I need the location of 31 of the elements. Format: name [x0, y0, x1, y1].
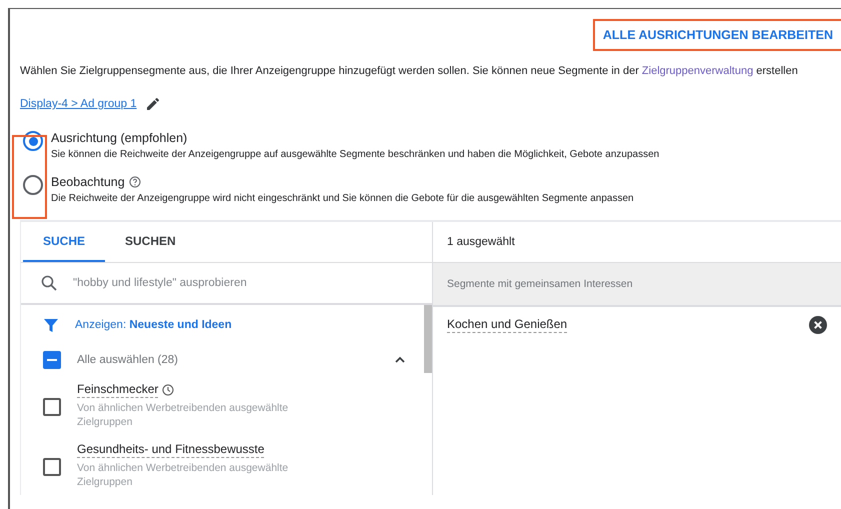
filter-icon[interactable]	[43, 317, 59, 333]
option-label: Beobachtung	[51, 174, 125, 190]
option-label: Ausrichtung (empfohlen)	[51, 130, 188, 146]
search-field[interactable]: "hobby und lifestyle" ausprobieren	[71, 276, 375, 290]
edit-all-targeting-button[interactable]: ALLE AUSRICHTUNGEN BEARBEITEN	[592, 19, 841, 51]
segment-name: Feinschmecker	[77, 382, 158, 398]
remove-icon[interactable]	[809, 316, 827, 334]
edit-icon[interactable]	[144, 96, 161, 112]
search-icon	[41, 275, 57, 291]
checkbox[interactable]	[43, 398, 61, 416]
selected-segment: Kochen und Genießen	[447, 317, 568, 333]
option-description: Sie können die Reichweite der Anzeigengruppe auf ausgewählte Segmente beschränken und haben die Möglichkeit, Gebote anzupassen	[51, 148, 660, 162]
breadcrumb-link[interactable]: Display-4 > Ad group 1	[20, 98, 137, 110]
scrollbar-thumb[interactable]	[424, 305, 432, 373]
radio-button[interactable]	[23, 131, 43, 151]
tab[interactable]: SUCHE	[23, 222, 106, 262]
option-description: Die Reichweite der Anzeigengruppe wird nicht eingeschränkt und Sie können die Gebote für die ausgewählten Segmente anpassen	[51, 192, 634, 206]
checkbox[interactable]	[43, 458, 61, 476]
segment-source: Von ähnlichen Werbetreibenden ausgewählte Zielgruppen	[77, 460, 290, 488]
segment-source: Von ähnlichen Werbetreibenden ausgewählte Zielgruppen	[77, 400, 290, 428]
intro-text: Wählen Sie Zielgruppensegmente aus, die Ihrer Anzeigengruppe hinzugefügt werden sollen. Sie können neue Segmente in der Zielgruppenverwaltung erstellen	[20, 64, 799, 78]
help-icon[interactable]	[128, 176, 141, 188]
segment-name: Gesundheits- und Fitnessbewusste	[77, 442, 264, 458]
tab[interactable]: SUCHEN	[105, 222, 196, 262]
group-header: Segmente mit gemeinsamen Interessen	[433, 263, 841, 307]
select-all-checkbox[interactable]	[43, 351, 61, 369]
caret-icon[interactable]	[394, 356, 406, 364]
audience-manager-link[interactable]: Zielgruppenverwaltung	[642, 65, 754, 77]
select-all-label: Alle auswählen (28)	[77, 354, 180, 366]
radio-button[interactable]	[23, 175, 43, 195]
filter-link[interactable]: Anzeigen: Neueste und Ideen	[75, 319, 232, 331]
